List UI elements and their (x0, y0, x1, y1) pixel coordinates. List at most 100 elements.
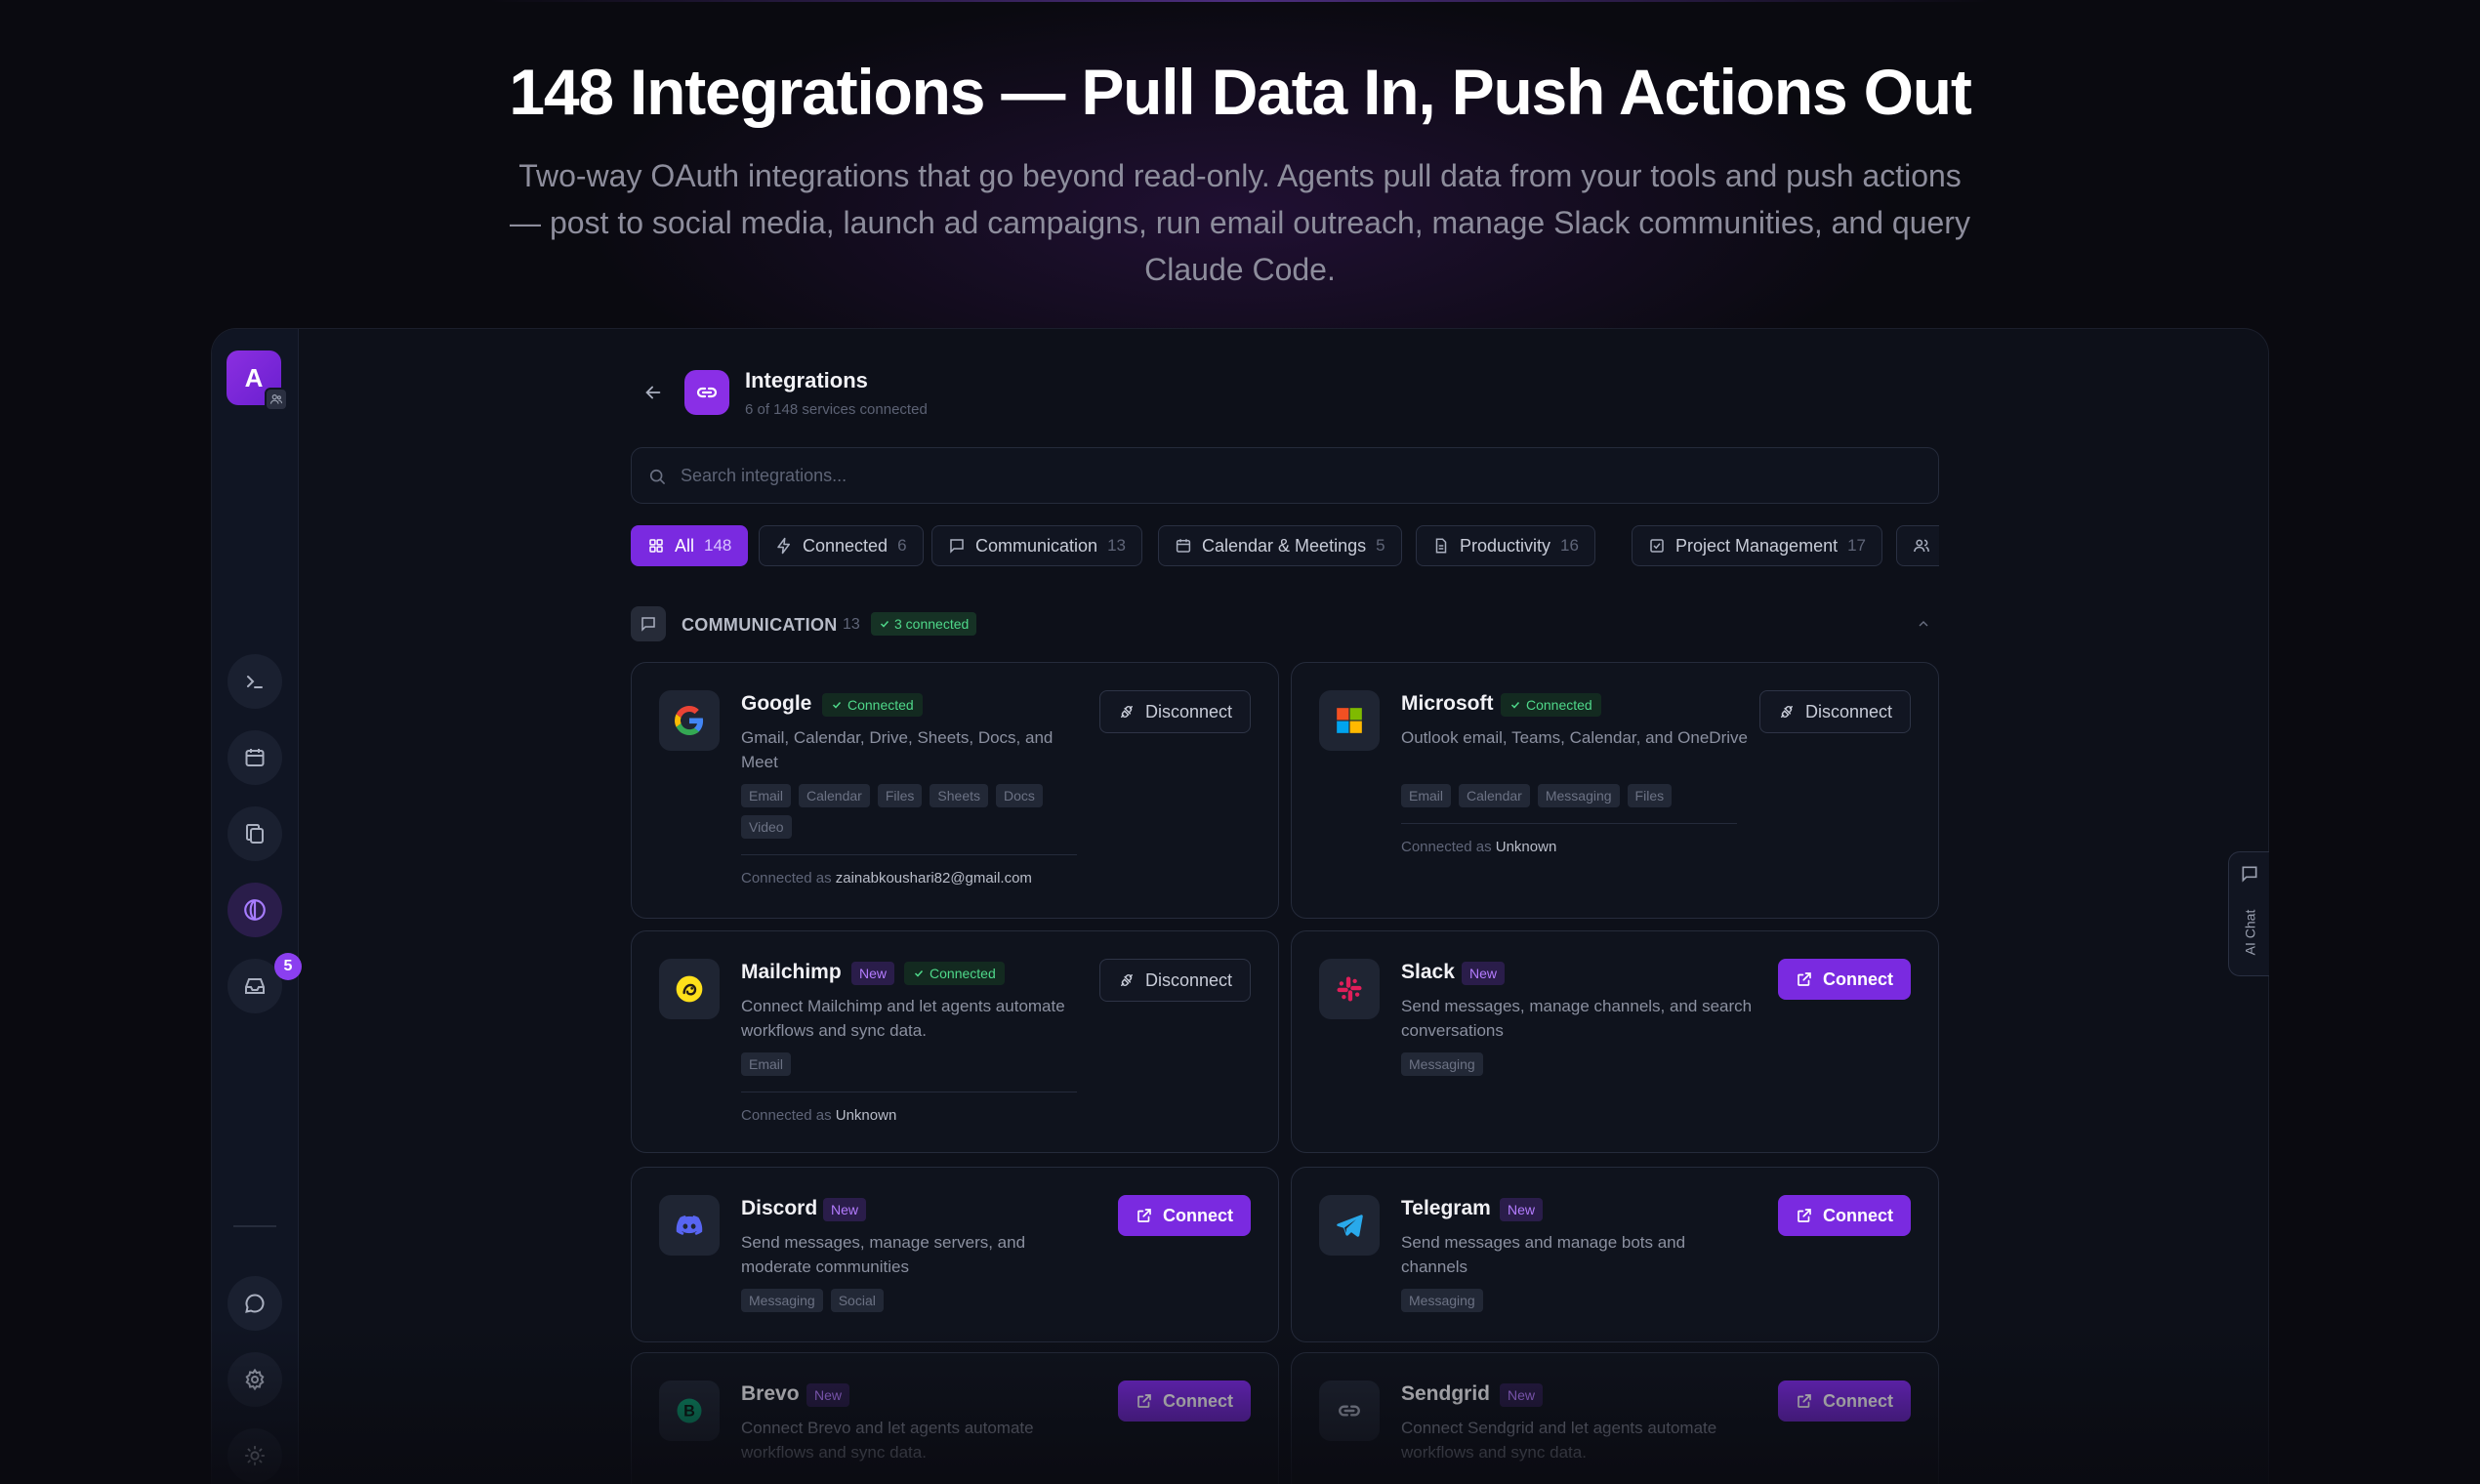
connect-button[interactable]: Connect (1118, 1195, 1251, 1236)
connect-button[interactable]: Connect (1778, 1195, 1911, 1236)
disconnect-button[interactable]: Disconnect (1098, 690, 1251, 733)
filter-chips: All 148 Connected 6 Communication 13 Cal… (631, 525, 1939, 566)
integration-card-discord: Discord New Send messages, manage server… (631, 1167, 1279, 1342)
checkbox-icon (1650, 539, 1664, 553)
status-badges: New (823, 1198, 867, 1221)
page-header: Integrations 6 of 148 services connected (631, 364, 1939, 423)
filter-count: 6 (897, 536, 907, 555)
connected-badge: Connected (904, 962, 1005, 985)
filter-more[interactable]: C (1896, 525, 1939, 566)
chat-icon (950, 539, 964, 554)
integration-card-google: Google Connected Gmail, Calendar, Drive,… (631, 662, 1279, 919)
integration-name: Brevo (741, 1382, 800, 1405)
integration-description: Outlook email, Teams, Calendar, and OneD… (1401, 728, 1748, 747)
grid-icon (649, 539, 663, 553)
connect-button[interactable]: Connect (1778, 1381, 1911, 1422)
external-link-icon (1137, 1394, 1151, 1408)
filter-calendar-meetings[interactable]: Calendar & Meetings 5 (1158, 525, 1402, 566)
integration-description: Send messages, manage channels, and sear… (1401, 997, 1753, 1040)
section-communication[interactable]: COMMUNICATION 13 3 connected (631, 606, 1939, 641)
filter-count: 16 (1560, 536, 1579, 555)
gear-icon (245, 1368, 265, 1391)
connected-badge: Connected (1501, 693, 1601, 717)
svg-text:B: B (683, 1403, 695, 1421)
tag: Email (741, 1052, 792, 1076)
tag-list: Email (741, 1052, 1093, 1076)
link-icon (684, 370, 729, 415)
section-chat-icon (631, 606, 666, 641)
integration-card-microsoft: Microsoft Connected Outlook email, Teams… (1291, 662, 1939, 919)
sidebar-item-calendar[interactable] (227, 730, 282, 785)
app-window: A 5 Integrations 6 of 148 services conne… (211, 328, 2269, 1484)
connected-account: Unknown (835, 1107, 897, 1124)
chevron-up-icon[interactable] (1916, 616, 1931, 632)
unplug-icon (1120, 705, 1133, 719)
sidebar-item-documents[interactable] (227, 806, 282, 861)
page-subtitle: 6 of 148 services connected (745, 401, 928, 418)
back-button[interactable] (639, 378, 668, 407)
bolt-icon (777, 537, 790, 555)
users-icon (1914, 539, 1929, 553)
sidebar-item-inbox[interactable]: 5 (227, 953, 302, 1013)
integration-description: Connect Brevo and let agents automate wo… (741, 1419, 1034, 1462)
telegram-logo-icon (1319, 1195, 1380, 1256)
ai-chat-tab[interactable]: AI Chat (2228, 851, 2269, 976)
integration-card-telegram: Telegram New Send messages and manage bo… (1291, 1167, 1939, 1342)
sidebar-item-theme[interactable] (227, 1428, 282, 1483)
status-badges: New (1462, 962, 1506, 985)
tag-list: Email Calendar Messaging Files (1401, 784, 1753, 807)
avatar-letter: A (244, 362, 264, 392)
integration-card-brevo: B Brevo New Connect Brevo and let agents… (631, 1352, 1279, 1484)
status-badges: New Connected (851, 962, 1005, 985)
filter-project-management[interactable]: Project Management 17 (1632, 525, 1883, 566)
connect-button[interactable]: Connect (1778, 959, 1911, 1000)
sun-icon (244, 1445, 266, 1466)
disconnect-button[interactable]: Disconnect (1098, 959, 1251, 1002)
tag: Email (741, 784, 792, 807)
integration-name: Discord (741, 1197, 818, 1219)
filter-connected[interactable]: Connected 6 (759, 525, 924, 566)
filter-productivity[interactable]: Productivity 16 (1416, 525, 1595, 566)
unplug-icon (1120, 973, 1133, 987)
sidebar-item-chat[interactable] (227, 1276, 282, 1331)
page-title: Integrations (745, 368, 868, 392)
hero-subtitle: Two-way OAuth integrations that go beyon… (510, 158, 1970, 287)
section-connected-badge: 3 connected (871, 612, 977, 636)
filter-label: Calendar & Meetings (1202, 535, 1367, 556)
new-badge: New (1500, 1383, 1544, 1407)
brevo-logo-icon: B (659, 1381, 720, 1441)
chat-icon (2242, 866, 2257, 883)
external-link-icon (1798, 972, 1811, 986)
filter-all[interactable]: All 148 (631, 525, 749, 566)
integration-card-mailchimp: Mailchimp New Connected Connect Mailchim… (631, 930, 1279, 1153)
check-icon (832, 701, 842, 709)
integration-card-sendgrid: Sendgrid New Connect Sendgrid and let ag… (1291, 1352, 1939, 1484)
document-icon (1435, 538, 1447, 554)
slack-logo-icon (1319, 959, 1380, 1019)
arrow-left-icon (645, 386, 661, 399)
ai-chat-label: AI Chat (2242, 909, 2258, 956)
sidebar-item-terminal[interactable] (227, 654, 282, 709)
disconnect-button[interactable]: Disconnect (1758, 690, 1911, 733)
sidebar-item-settings[interactable] (227, 1352, 282, 1407)
card-divider (741, 854, 1077, 855)
tag: Docs (996, 784, 1043, 807)
connect-button[interactable]: Connect (1118, 1381, 1251, 1422)
brain-icon (244, 899, 266, 921)
integration-description: Send messages and manage bots and channe… (1401, 1233, 1686, 1276)
integration-description: Connect Mailchimp and let agents automat… (741, 997, 1065, 1040)
microsoft-logo-icon (1319, 690, 1380, 751)
google-logo-icon (659, 690, 720, 751)
new-badge: New (1500, 1198, 1544, 1221)
top-accent-line (488, 0, 1992, 2)
search-input[interactable] (681, 448, 1921, 503)
filter-label: Project Management (1675, 535, 1839, 556)
mailchimp-logo-icon (659, 959, 720, 1019)
tag: Calendar (799, 784, 870, 807)
filter-communication[interactable]: Communication 13 (931, 525, 1142, 566)
tag: Messaging (741, 1289, 823, 1312)
integration-name: Telegram (1401, 1197, 1491, 1219)
integration-description: Gmail, Calendar, Drive, Sheets, Docs, an… (741, 728, 1054, 771)
sidebar-item-brain[interactable] (227, 883, 282, 937)
external-link-icon (1137, 1209, 1151, 1222)
